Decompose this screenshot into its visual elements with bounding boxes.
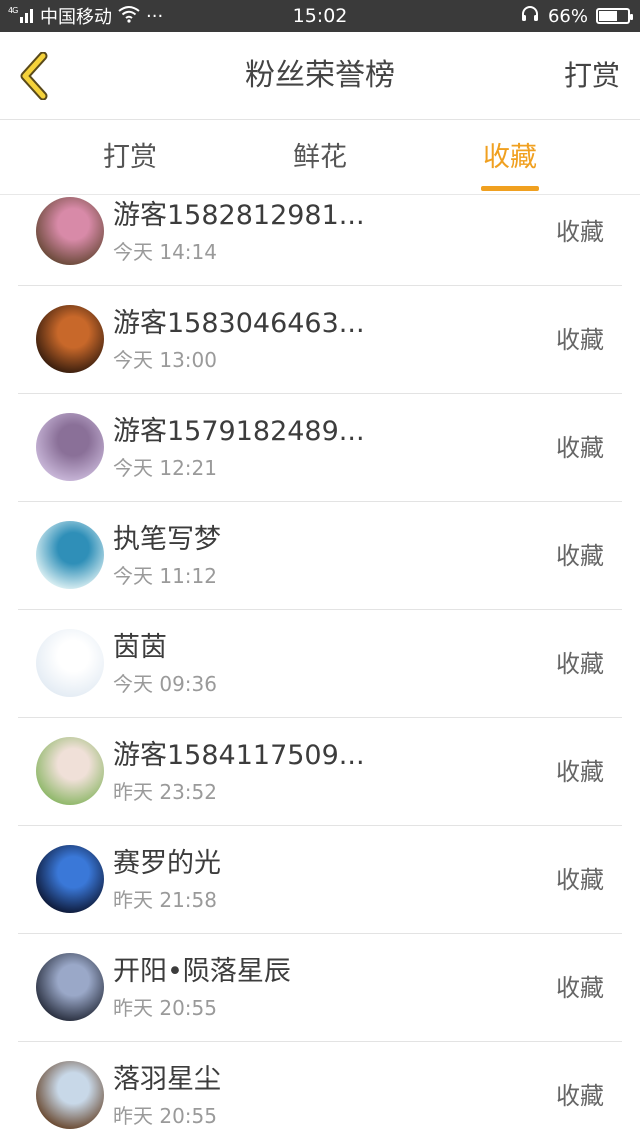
battery-percent: 66% xyxy=(547,5,588,27)
page-title: 粉丝荣誉榜 xyxy=(245,58,395,93)
favorite-label: 收藏 xyxy=(556,1082,604,1110)
list-item[interactable]: 落羽星尘昨天 20:55 收藏 xyxy=(0,1042,640,1138)
favorite-label: 收藏 xyxy=(556,866,604,894)
list-item[interactable]: 开阳•陨落星辰昨天 20:55 收藏 xyxy=(0,934,640,1042)
user-name: 开阳•陨落星辰 xyxy=(113,956,291,987)
favorite-label: 收藏 xyxy=(556,758,604,786)
user-name: 游客1582812981... xyxy=(113,200,365,231)
favorite-label: 收藏 xyxy=(556,542,604,570)
avatar[interactable] xyxy=(36,197,104,265)
user-name: 游客1579182489... xyxy=(113,416,365,447)
favorite-label: 收藏 xyxy=(556,974,604,1002)
tab-favorites[interactable]: 收藏 xyxy=(430,121,590,195)
list-item[interactable]: 茵茵今天 09:36 收藏 xyxy=(0,610,640,718)
avatar[interactable] xyxy=(36,737,104,805)
fan-list[interactable]: 游客1582812981... 今天 14:14 收藏 游客1583046463...… xyxy=(0,196,640,1138)
list-item[interactable]: 执笔写梦今天 11:12 收藏 xyxy=(0,502,640,610)
reward-button[interactable]: 打赏 xyxy=(564,32,620,120)
tab-reward[interactable]: 打赏 xyxy=(50,121,210,195)
timestamp: 今天 12:21 xyxy=(113,456,217,480)
list-item[interactable]: 游客1582812981... 今天 14:14 收藏 xyxy=(0,196,640,286)
avatar[interactable] xyxy=(36,305,104,373)
favorite-label: 收藏 xyxy=(556,434,604,462)
timestamp: 昨天 20:55 xyxy=(113,996,217,1020)
avatar[interactable] xyxy=(36,1061,104,1129)
active-tab-indicator xyxy=(481,186,539,191)
user-name: 落羽星尘 xyxy=(113,1064,221,1095)
timestamp: 今天 09:36 xyxy=(113,672,217,696)
battery-icon xyxy=(596,8,633,24)
favorite-label: 收藏 xyxy=(556,326,604,354)
headset-icon xyxy=(520,4,540,29)
avatar[interactable] xyxy=(36,953,104,1021)
avatar[interactable] xyxy=(36,521,104,589)
user-name: 茵茵 xyxy=(113,632,167,663)
list-item[interactable]: 游客1584117509... 昨天 23:52 收藏 xyxy=(0,718,640,826)
timestamp: 昨天 21:58 xyxy=(113,888,217,912)
status-bar: 4G 中国移动 ··· 15:02 66% xyxy=(0,0,640,32)
header-bar: 粉丝荣誉榜 打赏 xyxy=(0,32,640,120)
avatar[interactable] xyxy=(36,413,104,481)
list-item[interactable]: 赛罗的光昨天 21:58 收藏 xyxy=(0,826,640,934)
list-item[interactable]: 游客1583046463... 今天 13:00 收藏 xyxy=(0,286,640,394)
user-name: 游客1584117509... xyxy=(113,740,365,771)
user-name: 游客1583046463... xyxy=(113,308,365,339)
avatar[interactable] xyxy=(36,845,104,913)
tab-bar: 打赏 鲜花 收藏 xyxy=(0,121,640,195)
timestamp: 今天 13:00 xyxy=(113,348,217,372)
timestamp: 昨天 23:52 xyxy=(113,780,217,804)
timestamp: 今天 11:12 xyxy=(113,564,217,588)
status-right: 66% xyxy=(520,0,633,32)
user-name: 执笔写梦 xyxy=(113,524,221,555)
favorite-label: 收藏 xyxy=(556,218,604,246)
tab-favorites-label: 收藏 xyxy=(483,142,537,173)
timestamp: 昨天 20:55 xyxy=(113,1104,217,1128)
user-name: 赛罗的光 xyxy=(113,848,221,879)
avatar[interactable] xyxy=(36,629,104,697)
tab-flowers[interactable]: 鲜花 xyxy=(240,121,400,195)
favorite-label: 收藏 xyxy=(556,650,604,678)
timestamp: 今天 14:14 xyxy=(113,240,217,264)
list-item[interactable]: 游客1579182489... 今天 12:21 收藏 xyxy=(0,394,640,502)
